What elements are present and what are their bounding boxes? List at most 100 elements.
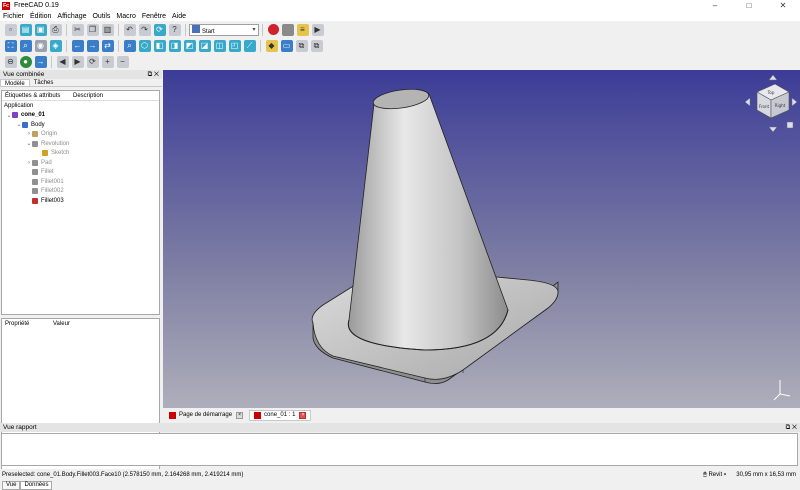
open-file-icon[interactable]: ▤ — [19, 23, 32, 36]
tab-start-page[interactable]: Page de démarrage × — [165, 410, 247, 421]
tab-model[interactable]: Modèle — [0, 79, 30, 87]
zoom-out-icon[interactable]: − — [116, 55, 129, 68]
minimize-button[interactable]: – — [698, 0, 732, 11]
dock-buttons-icon[interactable]: ⧉ ✕ — [148, 71, 159, 79]
zoom-icon[interactable]: ⌕ — [123, 39, 136, 52]
rotate-right-arrow-icon[interactable] — [791, 97, 798, 107]
tab-tasks[interactable]: Tâches — [30, 79, 58, 86]
navcube-top[interactable]: Top — [767, 90, 775, 95]
menu-file[interactable]: Fichier — [3, 13, 24, 20]
link-icon[interactable]: ⧉ — [295, 39, 308, 52]
link-actions-icon[interactable]: ⧉ — [310, 39, 323, 52]
web-forward-icon[interactable]: ▶ — [71, 55, 84, 68]
web-refresh-icon[interactable]: ⟳ — [86, 55, 99, 68]
property-tabs: Vue Données — [2, 481, 53, 490]
fit-all-icon[interactable]: ⛶ — [4, 39, 17, 52]
tree-item-body[interactable]: ⌄ Body — [2, 120, 159, 130]
tree-item-origin[interactable]: › Origin — [2, 130, 159, 140]
right-view-icon[interactable]: ◩ — [183, 39, 196, 52]
copy-icon[interactable]: ❐ — [86, 23, 99, 36]
navcube-menu-icon[interactable] — [786, 121, 794, 129]
bottom-view-icon[interactable]: ◫ — [213, 39, 226, 52]
navigation-cube[interactable]: Top Front Right — [735, 70, 800, 140]
workbench-selector[interactable]: Start ▾ — [189, 23, 259, 36]
rotate-up-arrow-icon[interactable] — [768, 74, 778, 81]
redo-icon[interactable]: ↷ — [138, 23, 151, 36]
tree-item-pad[interactable]: › Pad — [2, 158, 159, 168]
close-window-button[interactable]: ✕ — [766, 0, 800, 11]
tree-item-revolution[interactable]: ⌄ Revolution — [2, 139, 159, 149]
front-view-icon[interactable]: ◧ — [153, 39, 166, 52]
report-view: Vue rapport ⧉ ✕ — [0, 423, 800, 469]
measure-icon[interactable]: ⟋ — [243, 39, 256, 52]
navcube-right[interactable]: Right — [775, 103, 786, 108]
undo-icon[interactable]: ↶ — [123, 23, 136, 36]
tree-item-fillet002[interactable]: Fillet002 — [2, 187, 159, 197]
cone-model[interactable] — [163, 70, 800, 408]
run-macro-icon[interactable]: ▶ — [311, 23, 324, 36]
stop-macro-icon[interactable] — [281, 23, 294, 36]
dock-buttons-icon[interactable]: ⧉ ✕ — [786, 424, 797, 432]
part-icon[interactable]: ◆ — [265, 39, 278, 52]
tree-item-fillet001[interactable]: Fillet001 — [2, 177, 159, 187]
paste-icon[interactable]: ▥ — [101, 23, 114, 36]
column-labels[interactable]: Étiquettes & attributs — [2, 93, 70, 99]
tree-item-cone_01[interactable]: ⌄ cone_01 — [2, 111, 159, 121]
web-home-icon[interactable]: ● — [19, 55, 32, 68]
column-description[interactable]: Description — [70, 93, 103, 99]
report-output[interactable] — [1, 433, 798, 466]
start-workbench-icon — [192, 24, 200, 33]
axis-cross-icon — [773, 380, 791, 401]
zoom-in-icon[interactable]: + — [101, 55, 114, 68]
web-go-icon[interactable]: → — [34, 55, 47, 68]
navcube-front[interactable]: Front — [759, 104, 770, 109]
menu-help[interactable]: Aide — [172, 13, 186, 20]
navigation-style-selector[interactable]: 🖱 Revit ▾ — [703, 472, 726, 479]
menu-edit[interactable]: Édition — [30, 13, 51, 20]
new-file-icon[interactable]: ▫ — [4, 23, 17, 36]
feature-icon — [32, 159, 38, 166]
column-value[interactable]: Valeur — [50, 321, 70, 327]
group-icon[interactable]: ▭ — [280, 39, 293, 52]
menu-view[interactable]: Affichage — [57, 13, 86, 20]
macros-icon[interactable]: ≡ — [296, 23, 309, 36]
tree-root: Application — [4, 102, 34, 109]
model-tree[interactable]: Étiquettes & attributs Description Appli… — [1, 90, 160, 315]
rear-view-icon[interactable]: ◪ — [198, 39, 211, 52]
tree-item-fillet003[interactable]: Fillet003 — [2, 196, 159, 206]
top-view-icon[interactable]: ◨ — [168, 39, 181, 52]
maximize-button[interactable]: □ — [732, 0, 766, 11]
draw-style-icon[interactable]: ◉ — [34, 39, 47, 52]
isometric-view-icon[interactable]: ⬡ — [138, 39, 151, 52]
bounding-box-icon[interactable]: ◈ — [49, 39, 62, 52]
sync-view-icon[interactable]: ⇄ — [101, 39, 114, 52]
print-icon[interactable]: ⎙ — [49, 23, 62, 36]
3d-viewport[interactable]: Top Front Right — [163, 70, 800, 408]
arrow-left-icon[interactable]: ← — [71, 39, 84, 52]
whats-this-icon[interactable]: ? — [168, 23, 181, 36]
tab-data[interactable]: Données — [20, 481, 53, 490]
save-icon[interactable]: ▣ — [34, 23, 47, 36]
close-tab-icon[interactable]: × — [299, 411, 307, 419]
column-property[interactable]: Propriété — [2, 321, 50, 327]
fit-selection-icon[interactable]: ⌕ — [19, 39, 32, 52]
close-tab-icon[interactable]: × — [236, 411, 244, 419]
rotate-left-arrow-icon[interactable] — [744, 97, 751, 107]
menu-window[interactable]: Fenêtre — [142, 13, 166, 20]
rotate-down-arrow-icon[interactable] — [768, 126, 778, 133]
tree-item-label: Pad — [41, 159, 52, 166]
record-macro-icon[interactable] — [267, 24, 279, 35]
tab-view[interactable]: Vue — [2, 481, 21, 490]
cut-icon[interactable]: ✂ — [71, 23, 84, 36]
menu-tools[interactable]: Outils — [92, 13, 110, 20]
arrow-right-icon[interactable]: → — [86, 39, 99, 52]
freecad-tab-icon — [169, 411, 176, 419]
web-back-icon[interactable]: ◀ — [56, 55, 69, 68]
left-view-icon[interactable]: ◰ — [228, 39, 241, 52]
tree-item-fillet[interactable]: Fillet — [2, 168, 159, 178]
web-stop-icon[interactable]: ⊖ — [4, 55, 17, 68]
refresh-icon[interactable]: ⟳ — [153, 23, 166, 36]
tree-item-sketch[interactable]: Sketch — [2, 149, 159, 159]
tab-cone-document[interactable]: cone_01 : 1 × — [249, 409, 312, 421]
menu-macro[interactable]: Macro — [116, 13, 135, 20]
